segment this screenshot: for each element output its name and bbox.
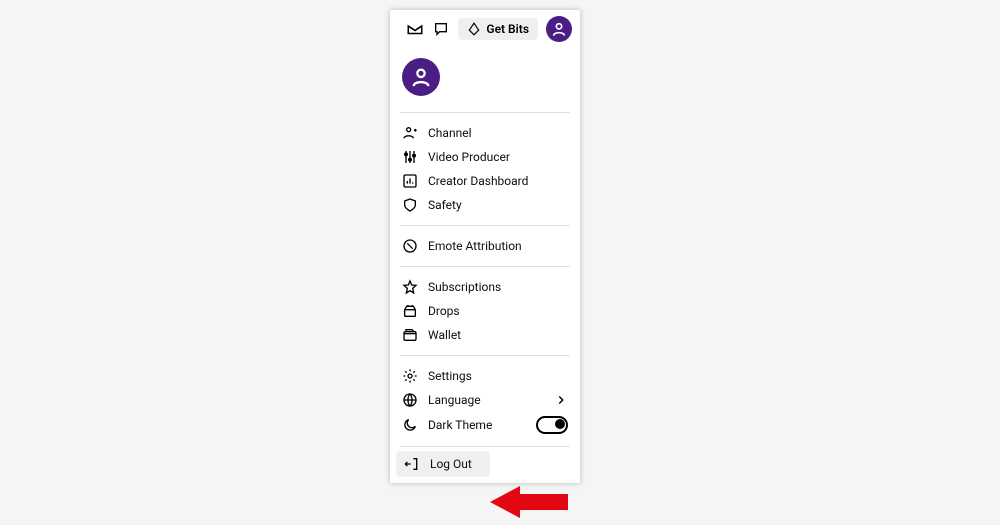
logout-label: Log Out [430,457,472,471]
get-bits-button[interactable]: Get Bits [458,18,538,40]
get-bits-label: Get Bits [486,22,529,36]
menu-item-label: Subscriptions [428,280,568,294]
logout-button[interactable]: Log Out [396,451,490,477]
wallet-icon [402,327,418,343]
dashboard-icon [402,173,418,189]
menu-item-channel[interactable]: Channel [390,121,580,145]
menu-item-emote-attribution[interactable]: Emote Attribution [390,234,580,258]
menu-item-subscriptions[interactable]: Subscriptions [390,275,580,299]
menu-item-label: Channel [428,126,568,140]
menu-item-language[interactable]: Language [390,388,580,412]
user-dropdown-panel: Get Bits Channel Video Producer [390,10,580,483]
profile-row [390,52,580,110]
menu-group-3: Subscriptions Drops Wallet [390,269,580,353]
menu-item-video-producer[interactable]: Video Producer [390,145,580,169]
shield-icon [402,197,418,213]
divider [400,266,570,267]
menu-group-4: Settings Language Dark Theme [390,358,580,444]
sliders-icon [402,149,418,165]
divider [400,355,570,356]
divider [400,112,570,113]
menu-item-label: Safety [428,198,568,212]
gear-icon [402,368,418,384]
globe-icon [402,392,418,408]
menu-item-settings[interactable]: Settings [390,364,580,388]
menu-item-label: Wallet [428,328,568,342]
moon-icon [402,417,418,433]
whispers-icon[interactable] [432,20,450,38]
menu-item-label: Language [428,393,544,407]
menu-item-label: Video Producer [428,150,568,164]
callout-arrow [490,482,570,522]
menu-item-label: Settings [428,369,568,383]
divider [400,446,570,447]
inbox-icon[interactable] [406,20,424,38]
topbar: Get Bits [390,10,580,52]
menu-group-1: Channel Video Producer Creator Dashboard… [390,115,580,223]
person-icon [402,125,418,141]
logout-icon [404,456,420,472]
menu-item-dark-theme[interactable]: Dark Theme [390,412,580,438]
menu-item-label: Dark Theme [428,418,526,432]
menu-item-label: Emote Attribution [428,239,568,253]
menu-item-safety[interactable]: Safety [390,193,580,217]
menu-item-drops[interactable]: Drops [390,299,580,323]
dark-theme-toggle[interactable] [536,416,568,434]
bits-icon [467,22,481,36]
menu-item-label: Drops [428,304,568,318]
emote-icon [402,238,418,254]
menu-item-wallet[interactable]: Wallet [390,323,580,347]
menu-item-creator-dashboard[interactable]: Creator Dashboard [390,169,580,193]
chevron-right-icon [554,393,568,407]
divider [400,225,570,226]
avatar-large[interactable] [402,58,440,96]
menu-group-2: Emote Attribution [390,228,580,264]
drops-icon [402,303,418,319]
menu-item-label: Creator Dashboard [428,174,568,188]
star-icon [402,279,418,295]
avatar-small[interactable] [546,16,572,42]
